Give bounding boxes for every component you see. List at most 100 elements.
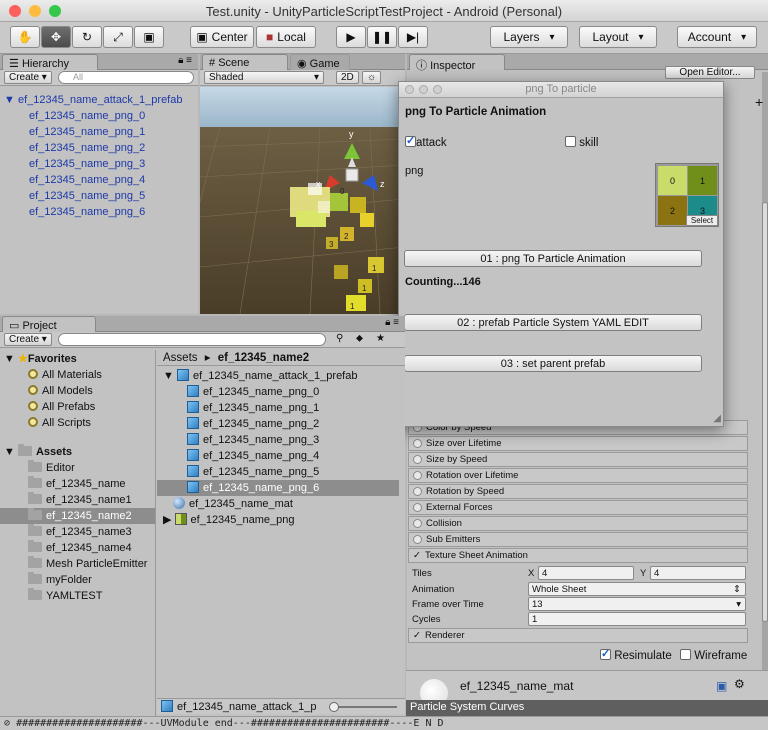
favorite-item[interactable]: All Prefabs (28, 399, 102, 415)
asset-folder[interactable]: ef_12345_name4 (0, 540, 155, 556)
resize-grip-icon[interactable]: ◢ (713, 413, 721, 424)
filter-label-icon[interactable]: ⬥ (356, 333, 363, 344)
asset-folder[interactable]: myFolder (0, 572, 155, 588)
favorite-item[interactable]: All Scripts (28, 415, 102, 431)
console-status-bar[interactable]: ⊘ #####################---UVModule end--… (0, 716, 768, 730)
module-toggle[interactable] (413, 455, 422, 464)
skill-toggle[interactable]: skill (565, 136, 598, 149)
material-row[interactable]: ef_12345_name_mat ▣ ⚙ (406, 670, 768, 707)
module-size-by-speed[interactable]: Size by Speed (408, 452, 748, 467)
favorite-item[interactable]: All Materials (28, 367, 102, 383)
module-rotation-over-lifetime[interactable]: Rotation over Lifetime (408, 468, 748, 483)
layout-dropdown[interactable]: Layout (579, 26, 657, 48)
breadcrumb-root[interactable]: Assets (163, 352, 198, 364)
hierarchy-item[interactable]: ef_12345_name_png_2 (29, 140, 145, 156)
project-search-input[interactable] (58, 333, 326, 346)
tab-project[interactable]: ▭ Project (2, 316, 96, 332)
hand-tool-button[interactable]: ✋ (10, 26, 40, 48)
png-to-particle-button[interactable]: 01 : png To Particle Animation (404, 250, 702, 267)
module-rotation-by-speed[interactable]: Rotation by Speed (408, 484, 748, 499)
png-texture-field[interactable]: 0 1 2 3 Select (655, 163, 719, 227)
module-toggle[interactable] (413, 535, 422, 544)
hierarchy-item[interactable]: ef_12345_name_png_5 (29, 188, 145, 204)
module-toggle[interactable] (413, 439, 422, 448)
module-collision[interactable]: Collision (408, 516, 748, 531)
rect-tool-button[interactable]: ▣ (134, 26, 164, 48)
asset-folder[interactable]: ef_12345_name3 (0, 524, 155, 540)
module-sub-emitters[interactable]: Sub Emitters (408, 532, 748, 547)
prefab-item[interactable]: ▼ ef_12345_name_attack_1_prefab (163, 368, 357, 384)
breadcrumb-current[interactable]: ef_12345_name2 (218, 352, 309, 364)
attack-toggle[interactable]: attack (405, 134, 447, 149)
module-renderer[interactable]: ✓ Renderer (408, 628, 748, 643)
move-tool-button[interactable]: ✥ (41, 26, 71, 48)
module-size-over-lifetime[interactable]: Size over Lifetime (408, 436, 748, 451)
asset-folder[interactable]: Mesh ParticleEmitter (0, 556, 155, 572)
resimulate-toggle[interactable]: Resimulate (600, 647, 672, 662)
favorites-header[interactable]: ▼ ★Favorites (4, 351, 77, 367)
project-create-button[interactable]: Create ▾ (4, 333, 52, 346)
tab-game[interactable]: ◉ Game (290, 54, 350, 70)
wireframe-toggle[interactable]: Wireframe (680, 649, 747, 662)
scene-viewport[interactable]: y x z 0 1 1 1 (200, 87, 405, 314)
panel-lock-icon[interactable]: 🔒︎ ≡ (178, 55, 192, 66)
asset-folder[interactable]: YAMLTEST (0, 588, 155, 604)
scale-tool-button[interactable]: ⤢ (103, 26, 133, 48)
account-dropdown[interactable]: Account (677, 26, 757, 48)
add-curve-icon[interactable]: + (755, 94, 763, 110)
layers-dropdown[interactable]: Layers (490, 26, 568, 48)
hierarchy-create-button[interactable]: Create ▾ (4, 71, 52, 84)
tab-scene[interactable]: # Scene (202, 54, 288, 70)
prefab-child[interactable]: ef_12345_name_png_3 (157, 432, 399, 448)
panel-lock-icon[interactable]: 🔒︎ ≡ (385, 317, 399, 328)
scene-light-button[interactable]: ☼ (362, 71, 382, 84)
module-texture-sheet-animation[interactable]: ✓ Texture Sheet Animation (408, 548, 748, 563)
prefab-child[interactable]: ef_12345_name_png_2 (157, 416, 399, 432)
hierarchy-item[interactable]: ef_12345_name_png_4 (29, 172, 145, 188)
cycles-input[interactable]: 1 (528, 612, 746, 626)
module-toggle[interactable] (413, 503, 422, 512)
hierarchy-search-input[interactable]: All (58, 71, 194, 84)
tab-hierarchy[interactable]: ☰ Hierarchy (2, 54, 98, 70)
material-item[interactable]: ef_12345_name_mat (173, 496, 293, 512)
open-editor-button[interactable]: Open Editor... (665, 66, 755, 79)
asset-folder[interactable]: Editor (0, 460, 155, 476)
module-toggle[interactable] (413, 519, 422, 528)
module-toggle[interactable] (413, 487, 422, 496)
favorite-star-icon[interactable]: ★ (376, 333, 385, 344)
prefab-child[interactable]: ef_12345_name_png_5 (157, 464, 399, 480)
pause-button[interactable]: ❚❚ (367, 26, 397, 48)
prefab-child[interactable]: ef_12345_name_png_0 (157, 384, 399, 400)
shading-dropdown[interactable]: Shaded ▾ (204, 71, 324, 84)
favorite-item[interactable]: All Models (28, 383, 102, 399)
asset-folder[interactable]: ef_12345_name1 (0, 492, 155, 508)
texture-select-button[interactable]: Select (686, 215, 718, 226)
prefab-child-selected[interactable]: ef_12345_name_png_6 (157, 480, 399, 496)
play-button[interactable]: ▶ (336, 26, 366, 48)
frame-over-time-field[interactable]: 13 ▾ (528, 597, 746, 611)
icon-size-slider[interactable] (329, 702, 397, 712)
tiles-x-input[interactable]: 4 (538, 566, 634, 580)
toggle-2d-button[interactable]: 2D (336, 71, 359, 84)
help-icon[interactable]: ▣ (716, 679, 727, 693)
filter-type-icon[interactable]: ⚲ (336, 333, 343, 344)
pivot-center-button[interactable]: ▣ Center (190, 26, 254, 48)
rotate-tool-button[interactable]: ↻ (72, 26, 102, 48)
skill-checkbox[interactable] (565, 136, 576, 147)
prefab-child[interactable]: ef_12345_name_png_4 (157, 448, 399, 464)
module-external-forces[interactable]: External Forces (408, 500, 748, 515)
checkmark-icon[interactable]: ✓ (413, 630, 421, 641)
particle-curves-header[interactable]: Particle System Curves (406, 700, 768, 716)
step-button[interactable]: ▶| (398, 26, 428, 48)
animation-dropdown[interactable]: Whole Sheet ⇕ (528, 582, 746, 596)
yaml-edit-button[interactable]: 02 : prefab Particle System YAML EDIT (404, 314, 702, 331)
hierarchy-item[interactable]: ef_12345_name_png_1 (29, 124, 145, 140)
tiles-y-input[interactable]: 4 (650, 566, 746, 580)
tab-inspector[interactable]: ⓘ Inspector (409, 54, 505, 72)
inspector-scrollbar[interactable] (762, 72, 768, 712)
hierarchy-root-item[interactable]: ▼ ef_12345_name_attack_1_prefab (4, 92, 182, 108)
pivot-local-button[interactable]: ■ Local (256, 26, 316, 48)
hierarchy-item[interactable]: ef_12345_name_png_3 (29, 156, 145, 172)
asset-folder-selected[interactable]: ef_12345_name2 (0, 508, 155, 524)
png-item[interactable]: ▶ ef_12345_name_png (163, 512, 295, 528)
